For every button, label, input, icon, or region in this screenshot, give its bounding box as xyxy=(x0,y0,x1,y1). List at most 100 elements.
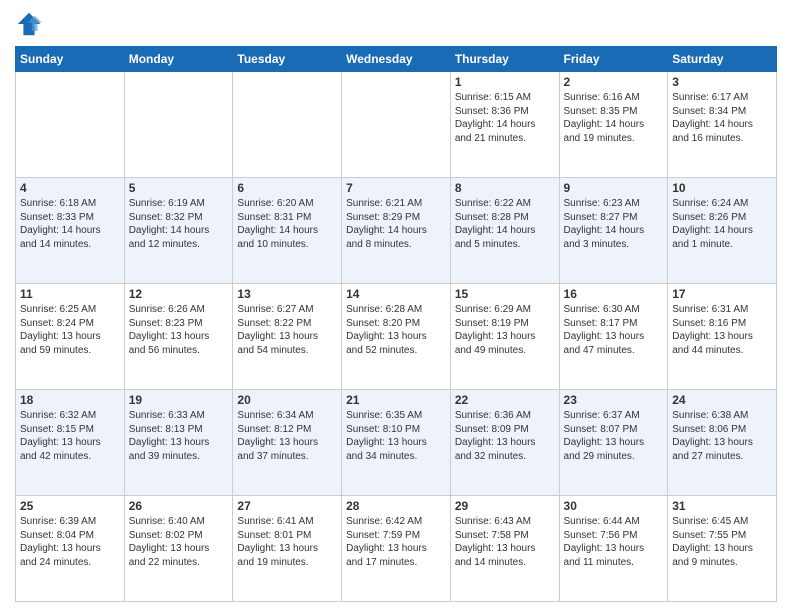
calendar-cell: 4 Sunrise: 6:18 AMSunset: 8:33 PMDaylight… xyxy=(16,178,125,284)
day-info: Sunrise: 6:37 AMSunset: 8:07 PMDaylight:… xyxy=(564,409,664,463)
day-number: 10 xyxy=(672,181,772,195)
day-info: Sunrise: 6:23 AMSunset: 8:27 PMDaylight:… xyxy=(564,197,664,251)
day-number: 3 xyxy=(672,75,772,89)
calendar-cell: 15 Sunrise: 6:29 AMSunset: 8:19 PMDayligh… xyxy=(450,284,559,390)
calendar-cell: 25Sunrise: 6:39 AMSunset: 8:04 PMDayligh… xyxy=(16,496,125,602)
calendar-cell: 20 Sunrise: 6:34 AMSunset: 8:12 PMDayligh… xyxy=(233,390,342,496)
day-number: 4 xyxy=(20,181,120,195)
calendar-cell: 16 Sunrise: 6:30 AMSunset: 8:17 PMDayligh… xyxy=(559,284,668,390)
day-info: Sunrise: 6:19 AMSunset: 8:32 PMDaylight:… xyxy=(129,197,229,251)
day-number: 12 xyxy=(129,287,229,301)
calendar-cell: 19 Sunrise: 6:33 AMSunset: 8:13 PMDayligh… xyxy=(124,390,233,496)
calendar-week-row: 1 Sunrise: 6:15 AMSunset: 8:36 PMDaylight… xyxy=(16,72,777,178)
calendar-cell: 17 Sunrise: 6:31 AMSunset: 8:16 PMDayligh… xyxy=(668,284,777,390)
logo xyxy=(15,10,47,38)
day-number: 1 xyxy=(455,75,555,89)
day-number: 5 xyxy=(129,181,229,195)
day-info: Sunrise: 6:20 AMSunset: 8:31 PMDaylight:… xyxy=(237,197,337,251)
day-info: Sunrise: 6:38 AMSunset: 8:06 PMDaylight:… xyxy=(672,409,772,463)
day-number: 20 xyxy=(237,393,337,407)
header xyxy=(15,10,777,38)
page: SundayMondayTuesdayWednesdayThursdayFrid… xyxy=(0,0,792,612)
calendar-cell xyxy=(124,72,233,178)
day-number: 24 xyxy=(672,393,772,407)
day-info: Sunrise: 6:39 AMSunset: 8:04 PMDaylight:… xyxy=(20,515,120,569)
day-number: 16 xyxy=(564,287,664,301)
calendar-cell: 11 Sunrise: 6:25 AMSunset: 8:24 PMDayligh… xyxy=(16,284,125,390)
day-info: Sunrise: 6:32 AMSunset: 8:15 PMDaylight:… xyxy=(20,409,120,463)
day-info: Sunrise: 6:29 AMSunset: 8:19 PMDaylight:… xyxy=(455,303,555,357)
day-info: Sunrise: 6:40 AMSunset: 8:02 PMDaylight:… xyxy=(129,515,229,569)
day-info: Sunrise: 6:25 AMSunset: 8:24 PMDaylight:… xyxy=(20,303,120,357)
calendar-week-row: 18 Sunrise: 6:32 AMSunset: 8:15 PMDayligh… xyxy=(16,390,777,496)
day-number: 11 xyxy=(20,287,120,301)
day-header-sunday: Sunday xyxy=(16,47,125,72)
calendar-cell: 31Sunrise: 6:45 AMSunset: 7:55 PMDayligh… xyxy=(668,496,777,602)
day-number: 14 xyxy=(346,287,446,301)
day-info: Sunrise: 6:34 AMSunset: 8:12 PMDaylight:… xyxy=(237,409,337,463)
calendar-cell: 28Sunrise: 6:42 AMSunset: 7:59 PMDayligh… xyxy=(342,496,451,602)
calendar-cell: 5 Sunrise: 6:19 AMSunset: 8:32 PMDaylight… xyxy=(124,178,233,284)
calendar-cell: 3 Sunrise: 6:17 AMSunset: 8:34 PMDaylight… xyxy=(668,72,777,178)
day-number: 6 xyxy=(237,181,337,195)
day-number: 18 xyxy=(20,393,120,407)
calendar-cell: 1 Sunrise: 6:15 AMSunset: 8:36 PMDaylight… xyxy=(450,72,559,178)
day-number: 15 xyxy=(455,287,555,301)
day-number: 17 xyxy=(672,287,772,301)
day-number: 2 xyxy=(564,75,664,89)
calendar-cell: 22Sunrise: 6:36 AMSunset: 8:09 PMDayligh… xyxy=(450,390,559,496)
calendar-cell: 8 Sunrise: 6:22 AMSunset: 8:28 PMDaylight… xyxy=(450,178,559,284)
day-header-wednesday: Wednesday xyxy=(342,47,451,72)
day-number: 7 xyxy=(346,181,446,195)
day-info: Sunrise: 6:24 AMSunset: 8:26 PMDaylight:… xyxy=(672,197,772,251)
day-header-tuesday: Tuesday xyxy=(233,47,342,72)
logo-icon xyxy=(15,10,43,38)
day-info: Sunrise: 6:42 AMSunset: 7:59 PMDaylight:… xyxy=(346,515,446,569)
day-number: 31 xyxy=(672,499,772,513)
day-number: 23 xyxy=(564,393,664,407)
calendar-cell: 10 Sunrise: 6:24 AMSunset: 8:26 PMDayligh… xyxy=(668,178,777,284)
day-number: 26 xyxy=(129,499,229,513)
calendar-cell xyxy=(342,72,451,178)
calendar-cell: 12 Sunrise: 6:26 AMSunset: 8:23 PMDayligh… xyxy=(124,284,233,390)
day-info: Sunrise: 6:30 AMSunset: 8:17 PMDaylight:… xyxy=(564,303,664,357)
calendar-cell: 9 Sunrise: 6:23 AMSunset: 8:27 PMDaylight… xyxy=(559,178,668,284)
calendar-cell: 2 Sunrise: 6:16 AMSunset: 8:35 PMDaylight… xyxy=(559,72,668,178)
day-info: Sunrise: 6:44 AMSunset: 7:56 PMDaylight:… xyxy=(564,515,664,569)
day-number: 8 xyxy=(455,181,555,195)
day-number: 19 xyxy=(129,393,229,407)
day-info: Sunrise: 6:33 AMSunset: 8:13 PMDaylight:… xyxy=(129,409,229,463)
calendar-week-row: 4 Sunrise: 6:18 AMSunset: 8:33 PMDaylight… xyxy=(16,178,777,284)
day-info: Sunrise: 6:28 AMSunset: 8:20 PMDaylight:… xyxy=(346,303,446,357)
calendar-cell: 30Sunrise: 6:44 AMSunset: 7:56 PMDayligh… xyxy=(559,496,668,602)
day-info: Sunrise: 6:17 AMSunset: 8:34 PMDaylight:… xyxy=(672,91,772,145)
day-number: 13 xyxy=(237,287,337,301)
day-info: Sunrise: 6:22 AMSunset: 8:28 PMDaylight:… xyxy=(455,197,555,251)
calendar-week-row: 11 Sunrise: 6:25 AMSunset: 8:24 PMDayligh… xyxy=(16,284,777,390)
day-info: Sunrise: 6:15 AMSunset: 8:36 PMDaylight:… xyxy=(455,91,555,145)
calendar: SundayMondayTuesdayWednesdayThursdayFrid… xyxy=(15,46,777,602)
calendar-cell xyxy=(233,72,342,178)
day-info: Sunrise: 6:41 AMSunset: 8:01 PMDaylight:… xyxy=(237,515,337,569)
calendar-cell: 18 Sunrise: 6:32 AMSunset: 8:15 PMDayligh… xyxy=(16,390,125,496)
day-header-friday: Friday xyxy=(559,47,668,72)
day-number: 29 xyxy=(455,499,555,513)
day-number: 9 xyxy=(564,181,664,195)
day-info: Sunrise: 6:31 AMSunset: 8:16 PMDaylight:… xyxy=(672,303,772,357)
calendar-week-row: 25Sunrise: 6:39 AMSunset: 8:04 PMDayligh… xyxy=(16,496,777,602)
day-header-monday: Monday xyxy=(124,47,233,72)
calendar-header-row: SundayMondayTuesdayWednesdayThursdayFrid… xyxy=(16,47,777,72)
day-info: Sunrise: 6:18 AMSunset: 8:33 PMDaylight:… xyxy=(20,197,120,251)
calendar-cell: 14 Sunrise: 6:28 AMSunset: 8:20 PMDayligh… xyxy=(342,284,451,390)
day-number: 22 xyxy=(455,393,555,407)
calendar-cell: 21Sunrise: 6:35 AMSunset: 8:10 PMDayligh… xyxy=(342,390,451,496)
calendar-cell: 7 Sunrise: 6:21 AMSunset: 8:29 PMDaylight… xyxy=(342,178,451,284)
calendar-cell: 24 Sunrise: 6:38 AMSunset: 8:06 PMDayligh… xyxy=(668,390,777,496)
day-info: Sunrise: 6:21 AMSunset: 8:29 PMDaylight:… xyxy=(346,197,446,251)
calendar-cell: 23 Sunrise: 6:37 AMSunset: 8:07 PMDayligh… xyxy=(559,390,668,496)
day-info: Sunrise: 6:16 AMSunset: 8:35 PMDaylight:… xyxy=(564,91,664,145)
day-info: Sunrise: 6:43 AMSunset: 7:58 PMDaylight:… xyxy=(455,515,555,569)
day-info: Sunrise: 6:26 AMSunset: 8:23 PMDaylight:… xyxy=(129,303,229,357)
calendar-cell: 6 Sunrise: 6:20 AMSunset: 8:31 PMDaylight… xyxy=(233,178,342,284)
calendar-cell xyxy=(16,72,125,178)
